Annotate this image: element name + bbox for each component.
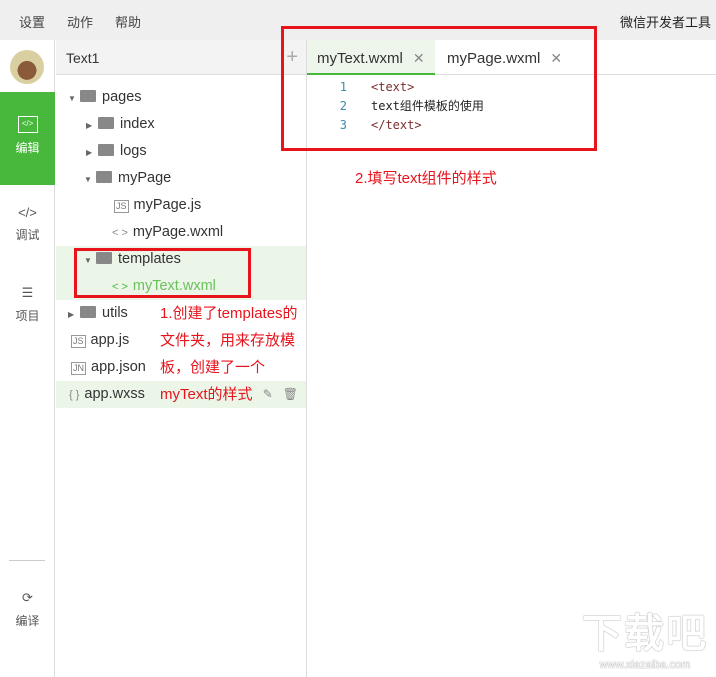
note-line: 文件夹，用来存放模	[160, 332, 296, 349]
tree-header: Text1 +	[56, 40, 306, 75]
tree-row-mypage-js[interactable]: JS myPage.js	[56, 192, 306, 219]
compile-icon: ⟳	[22, 590, 33, 605]
app-title: 微信开发者工具	[620, 15, 712, 30]
nav-edit[interactable]: </> 编辑	[0, 92, 55, 185]
wxml-file-icon: < >	[112, 227, 128, 239]
folder-open-icon	[80, 90, 96, 102]
note-line: 1.创建了templates的	[160, 305, 298, 322]
annotation-note-1: 1.创建了templates的 文件夹，用来存放模 板，创建了一个 myText…	[160, 300, 298, 408]
tree-row-logs[interactable]: ▶ logs	[56, 138, 306, 165]
menu-actions[interactable]: 动作	[67, 12, 93, 31]
nav-compile-label: 编译	[15, 614, 40, 628]
annotation-box-editor	[281, 26, 597, 151]
caret-down-icon: ▼	[84, 175, 92, 184]
folder-icon	[98, 117, 114, 129]
code-icon: </>	[17, 116, 38, 133]
nav-debug-label: 调试	[15, 228, 40, 242]
json-file-icon: JN	[71, 362, 86, 375]
debug-icon: </>	[18, 205, 37, 220]
watermark: 下载吧 www.xiazaiba.com	[582, 601, 708, 671]
js-file-icon: JS	[114, 200, 129, 213]
note-line: 板，创建了一个	[160, 359, 266, 376]
row-label: app.json	[91, 359, 146, 375]
tree-row-index[interactable]: ▶ index	[56, 111, 306, 138]
wxss-file-icon: { }	[69, 389, 80, 401]
menu-settings[interactable]: 设置	[19, 12, 45, 31]
annotation-box-templates	[74, 248, 251, 298]
folder-icon	[80, 306, 96, 318]
left-nav: </> 编辑 </> 调试 ☰ 项目 ⟳ 编译	[0, 40, 55, 677]
tree-row-pages[interactable]: ▼ pages	[56, 84, 306, 111]
nav-project[interactable]: ☰ 项目	[0, 285, 55, 324]
nav-compile[interactable]: ⟳ 编译	[0, 590, 55, 629]
nav-edit-label: 编辑	[15, 141, 40, 155]
divider	[9, 560, 45, 561]
project-name: Text1	[66, 50, 100, 66]
nav-project-label: 项目	[15, 309, 40, 323]
row-label: utils	[102, 305, 128, 321]
row-label: app.wxss	[84, 386, 145, 402]
row-label: pages	[102, 89, 142, 105]
row-label: myPage.js	[133, 197, 202, 213]
menu-help[interactable]: 帮助	[115, 12, 141, 31]
nav-debug[interactable]: </> 调试	[0, 205, 55, 243]
watermark-url: www.xiazaiba.com	[599, 659, 691, 671]
caret-right-icon: ▶	[86, 121, 93, 130]
row-label: app.js	[90, 332, 130, 348]
folder-icon	[98, 144, 114, 156]
tree-row-mypage-wxml[interactable]: < > myPage.wxml	[56, 219, 306, 246]
menu-icon: ☰	[21, 285, 34, 300]
js-file-icon: JS	[71, 335, 86, 348]
row-label: index	[120, 116, 155, 132]
watermark-logo: 下载吧	[582, 612, 708, 656]
folder-open-icon	[96, 171, 112, 183]
caret-right-icon: ▶	[86, 148, 93, 157]
caret-down-icon: ▼	[68, 94, 76, 103]
row-label: myPage	[118, 170, 172, 186]
row-label: logs	[120, 143, 147, 159]
caret-right-icon: ▶	[68, 310, 75, 319]
tree-row-mypage[interactable]: ▼ myPage	[56, 165, 306, 192]
row-label: myPage.wxml	[132, 224, 224, 240]
annotation-note-2: 2.填写text组件的样式	[355, 170, 497, 187]
note-line: myText的样式	[160, 386, 253, 403]
avatar[interactable]	[10, 50, 44, 84]
